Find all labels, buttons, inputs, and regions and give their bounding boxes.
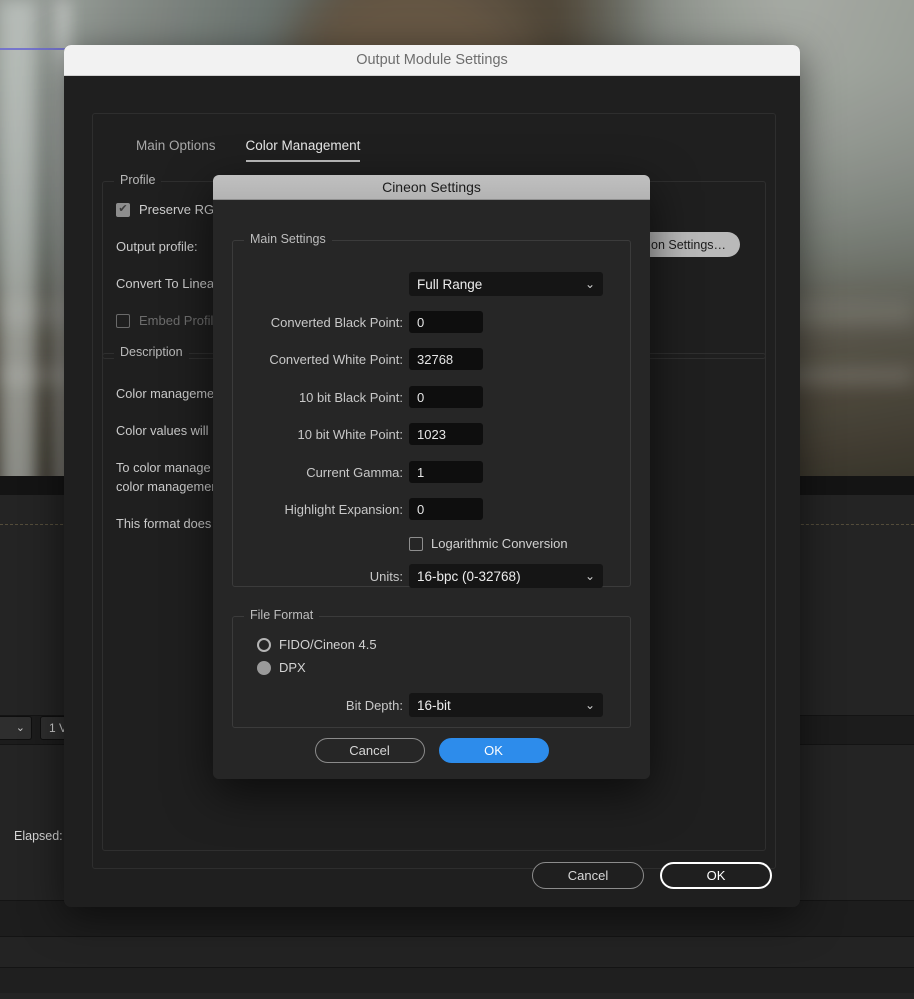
units-label: Units: xyxy=(369,569,403,584)
cineon-footer: Cancel OK xyxy=(213,738,650,763)
units-value: 16-bpc (0-32768) xyxy=(417,568,521,584)
description-line-5: This format does xyxy=(116,516,212,531)
output-module-footer: Cancel OK xyxy=(92,862,772,889)
checkbox-checked-icon: ✔ xyxy=(116,202,130,217)
highlight-expansion-input[interactable] xyxy=(409,498,483,520)
chevron-down-icon: ⌄ xyxy=(15,721,25,734)
logarithmic-conversion-label: Logarithmic Conversion xyxy=(431,536,568,551)
bit-depth-label: Bit Depth: xyxy=(345,698,403,713)
bit-depth-select[interactable]: 16-bit ⌄ xyxy=(409,693,603,717)
bit-depth-value: 16-bit xyxy=(417,697,451,713)
description-line-1: Color management xyxy=(116,386,225,401)
cineon-title: Cineon Settings xyxy=(382,179,481,195)
preserve-rgb-label: Preserve RGB xyxy=(139,202,223,217)
ten-bit-black-point-input[interactable] xyxy=(409,386,483,408)
ten-bit-black-point-label: 10 bit Black Point: xyxy=(298,390,403,405)
tab-color-management[interactable]: Color Management xyxy=(245,138,361,162)
cancel-button[interactable]: Cancel xyxy=(532,862,644,889)
current-gamma-input[interactable] xyxy=(409,461,483,483)
preserve-rgb-checkbox-row[interactable]: ✔ Preserve RGB xyxy=(116,202,223,217)
file-format-group-title: File Format xyxy=(244,608,320,622)
render-queue-band-c xyxy=(0,968,914,993)
checkbox-unchecked-icon xyxy=(116,313,130,328)
radio-unselected-icon xyxy=(257,637,271,652)
converted-white-point-input[interactable] xyxy=(409,348,483,370)
cineon-body: Main Settings Preset: Full Range ⌄ Conve… xyxy=(213,200,650,779)
tab-main-options[interactable]: Main Options xyxy=(136,138,216,162)
ten-bit-white-point-input[interactable] xyxy=(409,423,483,445)
description-line-4: color management xyxy=(116,479,222,494)
cineon-cancel-button[interactable]: Cancel xyxy=(314,738,425,763)
render-queue-band-b xyxy=(0,937,914,967)
radio-dpx[interactable]: DPX xyxy=(257,660,306,675)
converted-black-point-input[interactable] xyxy=(409,311,483,333)
output-module-title: Output Module Settings xyxy=(356,52,508,68)
converted-white-point-label: Converted White Point: xyxy=(269,352,403,367)
cineon-settings-dialog: Cineon Settings Main Settings Preset: Fu… xyxy=(213,175,650,779)
cineon-titlebar: Cineon Settings xyxy=(213,175,650,200)
radio-dpx-label: DPX xyxy=(279,660,306,675)
units-select[interactable]: 16-bpc (0-32768) ⌄ xyxy=(409,564,603,588)
preset-value: Full Range xyxy=(417,276,483,292)
converted-black-point-label: Converted Black Point: xyxy=(270,315,403,330)
current-gamma-label: Current Gamma: xyxy=(306,465,403,480)
chevron-down-icon: ⌄ xyxy=(584,569,595,583)
ok-button[interactable]: OK xyxy=(660,862,772,889)
description-group-title: Description xyxy=(114,345,189,359)
highlight-expansion-label: Highlight Expansion: xyxy=(284,502,403,517)
output-module-tabs: Main Options Color Management xyxy=(136,138,361,162)
checkbox-unchecked-icon xyxy=(409,536,423,551)
embed-profile-label: Embed Profile xyxy=(139,313,221,328)
radio-fido-cineon-label: FIDO/Cineon 4.5 xyxy=(279,637,377,652)
profile-group-title: Profile xyxy=(114,173,162,187)
output-profile-label: Output profile: xyxy=(116,239,198,254)
main-settings-group-title: Main Settings xyxy=(244,232,332,246)
embed-profile-checkbox-row[interactable]: Embed Profile xyxy=(116,313,221,328)
elapsed-label: Elapsed: xyxy=(14,829,63,843)
description-line-3: To color manage xyxy=(116,460,211,475)
cineon-ok-button[interactable]: OK xyxy=(438,738,549,763)
description-line-2: Color values will xyxy=(116,423,209,438)
logarithmic-conversion-checkbox-row[interactable]: Logarithmic Conversion xyxy=(409,536,568,551)
chevron-down-icon: ⌄ xyxy=(584,277,595,291)
convert-to-linear-label: Convert To Linear xyxy=(116,276,219,291)
composition-selector-dropdown[interactable]: ⌄ xyxy=(0,716,32,740)
preset-select[interactable]: Full Range ⌄ xyxy=(409,272,603,296)
screen-root: ⌄ 1 V Elapsed: Output Module Settings Ma… xyxy=(0,0,914,999)
chevron-down-icon: ⌄ xyxy=(584,698,595,712)
preview-highlight-left xyxy=(0,0,36,494)
radio-fido-cineon[interactable]: FIDO/Cineon 4.5 xyxy=(257,637,377,652)
format-options-button[interactable]: on Settings… xyxy=(637,232,741,257)
ten-bit-white-point-label: 10 bit White Point: xyxy=(297,427,404,442)
output-module-titlebar: Output Module Settings xyxy=(64,45,800,76)
radio-selected-icon xyxy=(257,660,271,675)
